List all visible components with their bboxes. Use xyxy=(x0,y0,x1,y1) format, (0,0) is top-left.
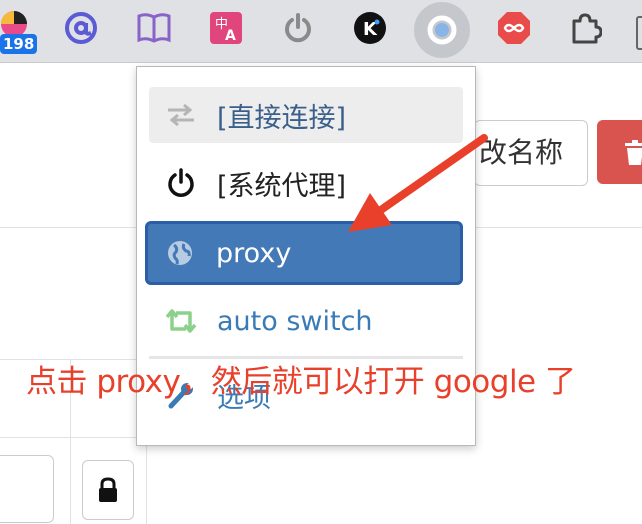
menu-item-label: proxy xyxy=(216,237,292,269)
globe-icon xyxy=(160,239,200,267)
infinity-icon[interactable] xyxy=(496,10,532,46)
menu-item-label: [系统代理] xyxy=(217,170,347,202)
menu-item-label: auto switch xyxy=(217,305,373,337)
rename-button[interactable]: 改名称 xyxy=(474,120,588,186)
delete-button[interactable] xyxy=(597,120,642,184)
book-icon[interactable] xyxy=(136,10,172,46)
svg-text:A: A xyxy=(225,28,236,44)
k-logo-icon[interactable]: K xyxy=(352,10,388,46)
puzzle-icon[interactable] xyxy=(567,10,603,46)
text-field[interactable] xyxy=(0,455,54,523)
at-sign-icon[interactable] xyxy=(63,10,99,46)
annotation-text: 点击 proxy，然后就可以打开 google 了 xyxy=(26,364,576,400)
overflow-icon[interactable] xyxy=(636,16,642,50)
menu-item-label: [直接连接] xyxy=(217,102,347,134)
browser-toolbar: 198 中 A K xyxy=(0,0,642,63)
menu-item-proxy[interactable]: proxy xyxy=(145,221,463,285)
lock-icon xyxy=(99,477,117,502)
circle-proxy-icon[interactable] xyxy=(414,2,470,58)
power-icon xyxy=(161,168,201,198)
menu-item-direct[interactable]: [直接连接] xyxy=(149,87,463,143)
retweet-icon xyxy=(161,308,201,334)
notification-badge: 198 xyxy=(0,34,38,54)
menu-item-system[interactable]: [系统代理] xyxy=(149,155,463,211)
menu-item-auto-switch[interactable]: auto switch xyxy=(149,293,463,349)
power-icon[interactable] xyxy=(280,10,316,46)
translate-icon[interactable]: 中 A xyxy=(208,10,244,46)
table-border xyxy=(0,437,150,438)
swap-arrows-icon xyxy=(161,103,201,127)
trash-icon xyxy=(625,140,642,165)
lock-button[interactable] xyxy=(82,460,134,520)
